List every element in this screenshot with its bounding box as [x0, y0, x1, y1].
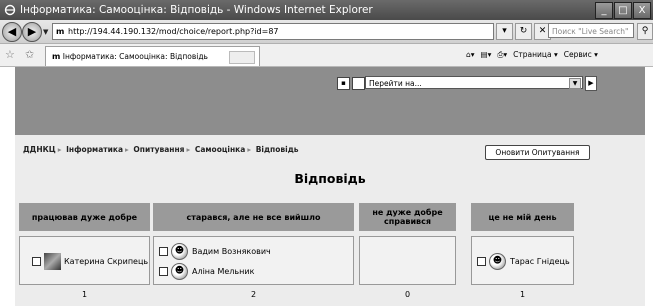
choice-header: це не мій день [471, 203, 574, 231]
search-input[interactable]: Поиск "Live Search" [548, 23, 634, 38]
avatar: ☻ [171, 263, 188, 280]
home-icon[interactable]: ⌂▾ [466, 48, 475, 62]
choice-response-cell: ☻ Вадим Вознякович ☻ Аліна Мельник [153, 236, 354, 285]
list-item: ☻ Аліна Мельник [159, 263, 254, 280]
navigation-icon[interactable]: ▪ [337, 77, 350, 90]
breadcrumb-current: Відповідь [255, 145, 299, 154]
response-count: 1 [81, 290, 88, 299]
page-title: Відповідь [294, 171, 366, 186]
choice-header: старався, але не все вийшло [153, 203, 354, 231]
minimize-button[interactable]: _ [595, 2, 613, 19]
breadcrumb-item[interactable]: Інформатика [66, 145, 123, 154]
jump-to-label: Перейти на... [369, 79, 422, 88]
window-title-bar: Інформатика: Самооцінка: Відповідь - Win… [0, 0, 653, 20]
print-icon[interactable]: ⎙▾ [497, 48, 507, 62]
breadcrumb-separator-icon: ▸ [57, 145, 62, 154]
breadcrumb-separator-icon: ▸ [247, 145, 252, 154]
address-bar-row: ◀ ▶ ▼ m http://194.44.190.132/mod/choice/… [0, 20, 653, 44]
new-tab-button[interactable] [229, 51, 255, 64]
select-user-checkbox[interactable] [32, 257, 41, 266]
favorites-star-icon[interactable]: ☆ [5, 48, 15, 61]
search-icon[interactable]: ⚲ [637, 23, 653, 40]
select-user-checkbox[interactable] [477, 257, 486, 266]
back-arrow-icon[interactable]: ◀ [2, 22, 22, 42]
user-name-link[interactable]: Аліна Мельник [192, 267, 254, 276]
tab-label: Інформатика: Самооцінка: Відповідь [62, 52, 208, 61]
response-count: 2 [250, 290, 257, 299]
next-arrow-icon[interactable]: ▶ [585, 76, 597, 91]
select-user-checkbox[interactable] [159, 267, 168, 276]
add-favorites-icon[interactable]: ✩ [25, 48, 34, 61]
refresh-icon[interactable]: ↻ [515, 23, 532, 40]
choice-response-cell: Катерина Скрипець [19, 236, 150, 285]
forward-arrow-icon[interactable]: ▶ [22, 22, 42, 42]
close-button[interactable]: X [633, 2, 651, 19]
choice-response-cell: ☻ Тарас Гнідець [471, 236, 574, 285]
user-name-link[interactable]: Тарас Гнідець [510, 257, 570, 266]
chevron-down-icon: ▼ [569, 78, 581, 89]
breadcrumb-item[interactable]: Самооцінка [195, 145, 245, 154]
moodle-header: ▪ Перейти на... ▼ ▶ [15, 67, 645, 135]
breadcrumb-item[interactable]: Опитування [133, 145, 184, 154]
history-dropdown-icon[interactable]: ▼ [43, 28, 48, 36]
window-title: Інформатика: Самооцінка: Відповідь - Win… [20, 4, 373, 16]
response-count: 0 [404, 290, 411, 299]
update-choice-button[interactable]: Оновити Опитування [485, 145, 590, 160]
tab-row: ☆ ✩ m Інформатика: Самооцінка: Відповідь… [0, 44, 653, 67]
main-content: ДДНКЦ ▸ Інформатика ▸ Опитування ▸ Самооцін… [15, 135, 645, 306]
url-dropdown-icon[interactable]: ▾ [496, 23, 513, 40]
response-count: 1 [519, 290, 526, 299]
tools-menu[interactable]: Сервис ▾ [564, 48, 598, 62]
breadcrumb: ДДНКЦ ▸ Інформатика ▸ Опитування ▸ Самооцін… [23, 145, 299, 154]
choice-response-cell [359, 236, 456, 285]
choice-header: не дуже добре справився [359, 203, 456, 231]
ie-logo-icon [4, 4, 16, 16]
navigation-square-icon[interactable] [352, 77, 365, 90]
choice-header: працював дуже добре [19, 203, 150, 231]
page-menu[interactable]: Страница ▾ [513, 48, 558, 62]
breadcrumb-separator-icon: ▸ [186, 145, 191, 154]
maximize-button[interactable]: □ [614, 2, 632, 19]
list-item: Катерина Скрипець [32, 253, 148, 270]
list-item: ☻ Тарас Гнідець [477, 253, 570, 270]
breadcrumb-separator-icon: ▸ [125, 145, 129, 154]
avatar: ☻ [489, 253, 506, 270]
avatar [44, 253, 61, 270]
url-text: http://194.44.190.132/mod/choice/report.… [68, 27, 279, 36]
tab-active[interactable]: m Інформатика: Самооцінка: Відповідь [45, 46, 260, 66]
breadcrumb-item[interactable]: ДДНКЦ [23, 145, 56, 154]
user-name-link[interactable]: Вадим Вознякович [192, 247, 271, 256]
moodle-favicon-icon: m [52, 52, 61, 61]
avatar: ☻ [171, 243, 188, 260]
select-user-checkbox[interactable] [159, 247, 168, 256]
moodle-favicon-icon: m [56, 27, 65, 36]
user-name-link[interactable]: Катерина Скрипець [64, 257, 148, 266]
list-item: ☻ Вадим Вознякович [159, 243, 271, 260]
feeds-icon[interactable]: ▤▾ [481, 48, 492, 62]
url-input[interactable]: m http://194.44.190.132/mod/choice/report… [52, 23, 494, 40]
jump-to-select[interactable]: Перейти на... ▼ [365, 76, 583, 89]
